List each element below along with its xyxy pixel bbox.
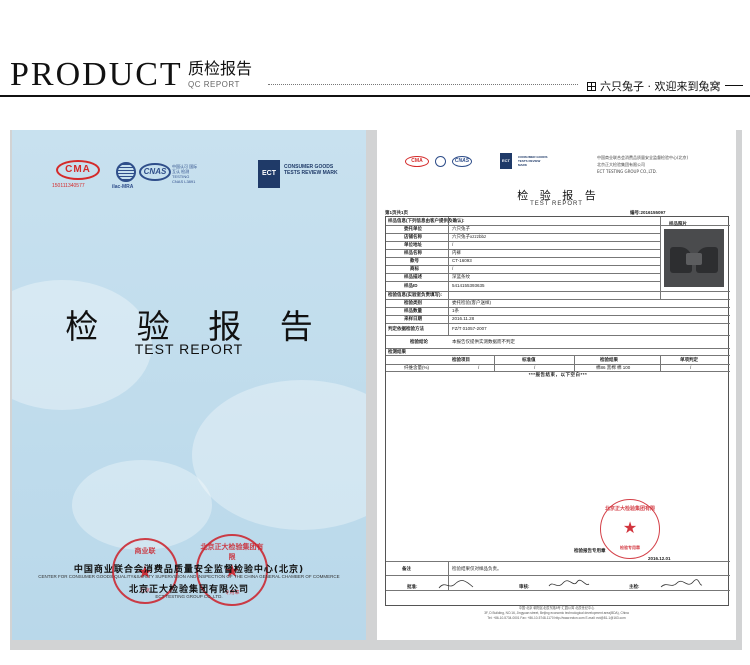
ect-logo: ECT	[258, 160, 280, 188]
header-dash	[725, 85, 743, 86]
section-title-en: QC REPORT	[188, 80, 240, 89]
cma-logo: CMA	[56, 160, 100, 180]
cover-subtitle: TEST REPORT	[134, 341, 244, 357]
section-title: 质检报告 QC REPORT	[188, 59, 253, 90]
ilac-mra-icon	[116, 162, 136, 182]
cnas-logo: CNAS	[139, 163, 171, 181]
field-label: 委托单位	[404, 226, 422, 231]
sign-review-label: 审核:	[519, 584, 530, 589]
report-org-block: 中国商业联合会消费品质量安全监督检验中心(北京) 北京正大检验集团有限公司 EC…	[597, 154, 688, 175]
field-label: 样品ID	[404, 283, 418, 288]
ect-logo: ECT	[500, 153, 512, 169]
field-label: 样品名称	[404, 250, 422, 255]
field-value: 委托检验(客户送样)	[452, 300, 491, 305]
report-org-line: ECT TESTING GROUP CO.,LTD.	[597, 169, 657, 174]
sample-photo	[664, 229, 724, 287]
page-header: PRODUCT 质检报告 QC REPORT 六只兔子 · 欢迎来到兔窝	[0, 0, 750, 100]
results-col-header: 标准值	[522, 357, 536, 362]
field-value: 1条	[452, 308, 460, 313]
report-org-line: 中国商业联合会消费品质量安全监督检验中心(北京)	[597, 155, 689, 160]
sample-info-heading: 样品信息(下列信息由客户提供及确认):	[388, 218, 465, 223]
results-col-header: 单项判定	[680, 357, 698, 362]
field-value: /	[452, 242, 454, 247]
cma-logo: CMA	[405, 155, 429, 167]
cover-org-name-2-en: ECT TESTING GROUP CO.,LTD.	[155, 594, 223, 599]
field-value: 5414155393635	[452, 283, 485, 288]
field-label: 款号	[410, 258, 419, 263]
header-dotted-line	[268, 84, 578, 85]
reviewer-signature	[548, 579, 590, 587]
field-label: 样品描述	[404, 274, 422, 279]
ilac-mra-label: ilac-MRA	[112, 184, 134, 190]
world-map-shape	[72, 460, 212, 550]
results-cell: /	[478, 365, 480, 370]
conclusion-value: 本报告仅提供实测数据而不判定	[452, 339, 515, 344]
standard-value: FZ/T 01057-2007	[452, 326, 487, 331]
ilac-mra-icon	[435, 155, 446, 167]
results-cell: /	[534, 365, 536, 370]
approver-signature	[438, 580, 474, 589]
cma-number: 150111340577	[52, 183, 85, 189]
results-col-header: 检验结果	[600, 357, 618, 362]
results-col-header: 检验项目	[452, 357, 470, 362]
field-label: 样品数量	[404, 308, 422, 313]
sign-main-label: 主检:	[629, 584, 640, 589]
section-title-cn: 质检报告	[188, 59, 253, 78]
report-end-line: ***报告结束，以下空白***	[528, 372, 588, 377]
remark-label: 备注	[402, 566, 411, 571]
star-icon: ★	[622, 520, 638, 537]
report-cover: CMA 150111340577 ilac-MRA CNAS 中国认可 国际互认…	[12, 130, 366, 640]
test-report-page: CMA CNAS ECT CONSUMER GOODS TESTS REVIEW…	[377, 130, 736, 640]
report-logos: CMA CNAS ECT CONSUMER GOODS TESTS REVIEW…	[405, 152, 548, 170]
header-slogan: 六只兔子 · 欢迎来到兔窝	[587, 78, 721, 94]
ect-caption: CONSUMER GOODS TESTS REVIEW MARK	[284, 164, 338, 176]
remark-value: 检验结果仅对样品负责。	[452, 566, 502, 571]
results-cell: /	[690, 365, 692, 370]
report-date: 2016.12.01	[648, 556, 671, 561]
report-table: 样品信息(下列信息由客户提供及确认): 样品照片 委托单位 六只兔子 店铺名称 …	[385, 216, 730, 606]
field-value: CT-16093	[452, 258, 472, 263]
report-footer-line: Tel: +86-10-5734-0001 Fax: +86-10-5748-1…	[487, 616, 626, 620]
conclusion-label: 检验结论	[410, 339, 428, 344]
report-title-en: TEST REPORT	[530, 201, 583, 207]
results-cell: 棉86 黑棉 棉 100	[596, 365, 631, 370]
inspector-signature	[660, 579, 703, 588]
field-label: 检验类别	[404, 300, 422, 305]
cover-org-name-en: CENTER FOR CONSUMER GOODS QUALITY&SAFETY…	[38, 574, 340, 579]
report-org-line: 北京正大检验集团有限公司	[597, 162, 645, 167]
field-label: 来样日期	[404, 316, 422, 321]
field-label: 商标	[410, 266, 419, 271]
results-heading: 检测结果	[388, 349, 406, 354]
lab-info-heading: 检验信息(实验室负责填写):	[388, 292, 442, 297]
field-value: 六只兔子	[452, 226, 470, 231]
header-rule	[0, 95, 750, 97]
cnas-caption: 中国认可 国际互认 检测 TESTING CNAS L3891	[172, 164, 198, 184]
field-value: 深蓝条纹	[452, 274, 470, 279]
ect-caption: CONSUMER GOODS TESTS REVIEW MARK	[518, 155, 548, 167]
standard-label: 判定依据检验方法	[388, 326, 424, 331]
results-cell: 纤维含量(%)	[404, 365, 429, 370]
field-value: 六只兔子xzzzbbz	[452, 234, 487, 239]
sign-approve-label: 批准:	[407, 584, 418, 589]
slogan-text: 六只兔子 · 欢迎来到兔窝	[600, 80, 721, 93]
world-map-shape	[192, 380, 366, 530]
brand-wordmark: PRODUCT	[10, 56, 183, 93]
field-label: 店铺名称	[404, 234, 422, 239]
cnas-logo: CNAS	[452, 155, 472, 167]
sample-photo-label: 样品照片	[669, 221, 687, 226]
plus-box-icon	[587, 81, 596, 91]
field-value: /	[452, 266, 454, 271]
field-label: 单位地址	[404, 242, 422, 247]
seal-note: 检验报告专用章	[574, 548, 606, 553]
red-seal-stamp: 北京正大检验集团有限 ★ 检验专用章	[600, 499, 660, 559]
field-value: 内裤	[452, 250, 461, 255]
field-value: 2016.11.28	[452, 316, 475, 321]
